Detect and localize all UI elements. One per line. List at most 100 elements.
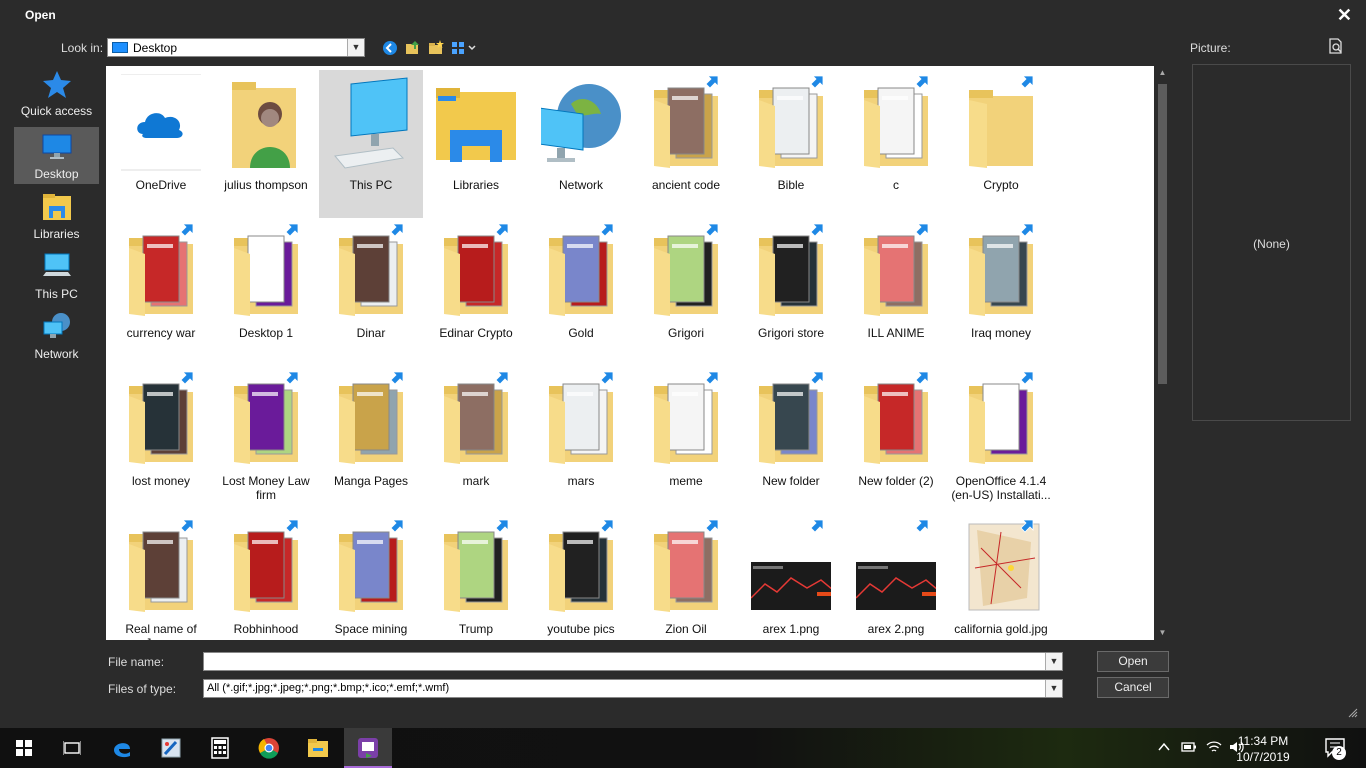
resize-grip-icon[interactable]: [1348, 708, 1358, 718]
filetype-label: Files of type:: [108, 682, 177, 696]
folder-icon: [541, 518, 621, 622]
taskbar-edge[interactable]: [98, 728, 146, 768]
folder-icon: [961, 74, 1041, 178]
file-item[interactable]: Space mining: [319, 514, 423, 640]
desktop-icon: [42, 134, 72, 159]
file-item-label: julius thompson: [224, 178, 308, 192]
scroll-up-arrow-icon[interactable]: ▲: [1156, 66, 1169, 80]
file-item[interactable]: mars: [529, 366, 633, 514]
battery-glyph: [1181, 742, 1196, 752]
preview-toggle-icon[interactable]: [1326, 37, 1344, 55]
file-item[interactable]: Trump: [424, 514, 528, 640]
file-item[interactable]: Edinar Crypto: [424, 218, 528, 366]
file-item[interactable]: arex 2.png: [844, 514, 948, 640]
file-item[interactable]: This PC: [319, 70, 423, 218]
file-item[interactable]: OneDrive: [109, 70, 213, 218]
file-item[interactable]: Robhinhood: [214, 514, 318, 640]
file-item[interactable]: california gold.jpg: [949, 514, 1053, 640]
chevron-down-icon[interactable]: ▼: [1045, 680, 1062, 697]
folder-icon: [121, 370, 201, 474]
scroll-down-arrow-icon[interactable]: ▼: [1156, 626, 1169, 640]
taskbar-chrome[interactable]: [245, 728, 293, 768]
place-desktop[interactable]: Desktop: [14, 127, 99, 184]
lookin-combobox[interactable]: Desktop ▼: [107, 38, 365, 57]
file-item[interactable]: mark: [424, 366, 528, 514]
filename-input[interactable]: [203, 652, 1063, 671]
place-libraries[interactable]: Libraries: [14, 187, 99, 244]
scroll-thumb[interactable]: [1158, 84, 1167, 384]
back-icon[interactable]: [381, 39, 399, 57]
file-item[interactable]: currency war: [109, 218, 213, 366]
taskbar-calculator[interactable]: [196, 728, 244, 768]
clock[interactable]: 11:34 PM 10/7/2019: [1228, 733, 1298, 765]
file-item[interactable]: Libraries: [424, 70, 528, 218]
view-menu-icon[interactable]: [450, 39, 478, 57]
close-icon[interactable]: ✕: [1337, 5, 1352, 26]
place-network[interactable]: Network: [14, 307, 99, 364]
file-item[interactable]: meme: [634, 366, 738, 514]
chevron-down-icon[interactable]: ▼: [347, 39, 364, 56]
folder-icon: [856, 370, 936, 474]
task-view-icon: [63, 741, 81, 755]
file-item[interactable]: Grigori: [634, 218, 738, 366]
battery-icon[interactable]: [1181, 740, 1197, 756]
place-this-pc[interactable]: This PC: [14, 247, 99, 304]
file-item[interactable]: Real name of Jesus: [109, 514, 213, 640]
folder-icon-graphic: [969, 371, 1034, 464]
file-item[interactable]: c: [844, 70, 948, 218]
start-button[interactable]: [0, 728, 48, 768]
file-item[interactable]: Desktop 1: [214, 218, 318, 366]
file-item[interactable]: Gold: [529, 218, 633, 366]
filename-combobox[interactable]: ▼: [203, 652, 1063, 671]
file-item[interactable]: youtube pics: [529, 514, 633, 640]
folder-icon: [646, 370, 726, 474]
file-item-label: mark: [462, 474, 490, 488]
folder-icon: [646, 74, 726, 178]
file-item[interactable]: Bible: [739, 70, 843, 218]
file-item[interactable]: Manga Pages: [319, 366, 423, 514]
file-item[interactable]: Lost Money Law firm: [214, 366, 318, 514]
taskbar-paint[interactable]: [146, 728, 194, 768]
file-item[interactable]: arex 1.png: [739, 514, 843, 640]
action-center-button[interactable]: 2: [1320, 734, 1350, 762]
file-item[interactable]: Dinar: [319, 218, 423, 366]
folder-icon-graphic: [129, 371, 194, 464]
file-item-label: arex 2.png: [867, 622, 925, 636]
edge-icon: [114, 743, 130, 758]
place-quick-access[interactable]: Quick access: [14, 64, 99, 121]
file-item[interactable]: Network: [529, 70, 633, 218]
file-item[interactable]: Grigori store: [739, 218, 843, 366]
folder-icon-graphic: [864, 223, 929, 316]
up-folder-icon[interactable]: [404, 39, 422, 57]
new-folder-icon[interactable]: [427, 39, 445, 57]
clock-date: 10/7/2019: [1236, 750, 1290, 764]
folder-icon: [646, 222, 726, 326]
chevron-up-icon[interactable]: [1156, 740, 1172, 756]
open-button[interactable]: Open: [1097, 651, 1169, 672]
folder-icon: [541, 370, 621, 474]
file-item[interactable]: Iraq money: [949, 218, 1053, 366]
file-item[interactable]: New folder: [739, 366, 843, 514]
file-item-label: Iraq money: [970, 326, 1032, 340]
file-item[interactable]: julius thompson: [214, 70, 318, 218]
place-label: Quick access: [20, 104, 93, 118]
file-item[interactable]: OpenOffice 4.1.4 (en-US) Installati...: [949, 366, 1053, 514]
file-item[interactable]: New folder (2): [844, 366, 948, 514]
folder-icon-graphic: [654, 519, 719, 612]
file-item[interactable]: lost money: [109, 366, 213, 514]
task-view-button[interactable]: [48, 728, 96, 768]
chevron-down-icon[interactable]: ▼: [1045, 653, 1062, 670]
folder-icon-graphic: [234, 519, 299, 612]
file-item[interactable]: Zion Oil: [634, 514, 738, 640]
cancel-button[interactable]: Cancel: [1097, 677, 1169, 698]
file-item[interactable]: ILL ANIME: [844, 218, 948, 366]
taskbar-active-app[interactable]: [344, 728, 392, 768]
file-list-scrollbar[interactable]: ▲ ▼: [1156, 66, 1169, 640]
image-thumbnail: [745, 518, 837, 622]
file-item[interactable]: Crypto: [949, 70, 1053, 218]
taskbar-file-explorer[interactable]: [294, 728, 342, 768]
file-list[interactable]: OneDrive julius thompson This PC Libraries N…: [106, 66, 1154, 640]
filetype-select[interactable]: All (*.gif;*.jpg;*.jpeg;*.png;*.bmp;*.ic…: [203, 679, 1063, 698]
file-item[interactable]: ancient code: [634, 70, 738, 218]
wifi-icon[interactable]: [1206, 740, 1222, 756]
